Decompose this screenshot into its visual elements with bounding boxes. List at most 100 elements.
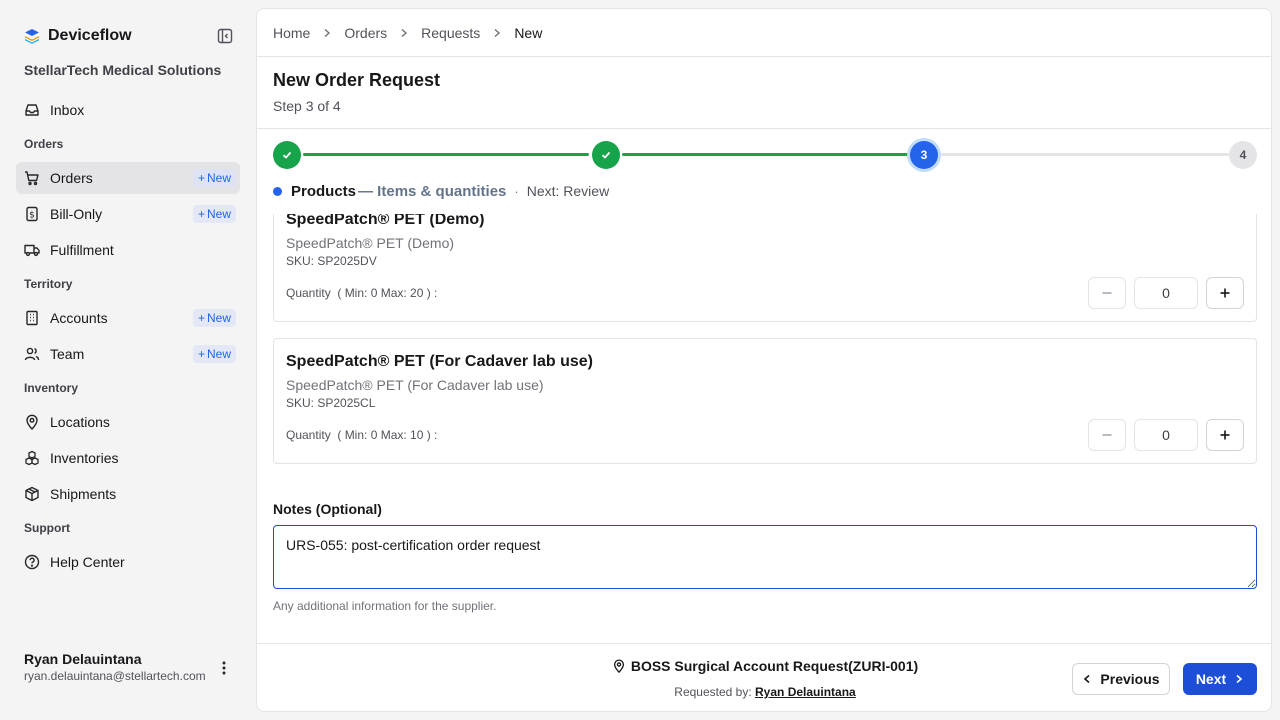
account-summary: BOSS Surgical Account Request(ZURI-001) xyxy=(517,658,1013,674)
quantity-input[interactable]: 0 xyxy=(1134,277,1198,309)
previous-button-label: Previous xyxy=(1100,671,1160,687)
minus-icon xyxy=(1102,434,1112,436)
package-icon xyxy=(24,486,40,502)
increment-quantity-button[interactable] xyxy=(1206,419,1244,451)
decrement-quantity-button[interactable] xyxy=(1088,277,1126,309)
chevron-right-icon xyxy=(490,26,504,40)
quantity-label: Quantity ( Min: 0 Max: 10 ) : xyxy=(286,428,438,442)
sidebar-item-team[interactable]: Team + New xyxy=(16,338,240,370)
current-step-description: — Items & quantities xyxy=(358,182,507,200)
check-icon xyxy=(282,151,292,159)
decrement-quantity-button[interactable] xyxy=(1088,419,1126,451)
progress-stepper: 3 4 xyxy=(273,140,1257,170)
inbox-icon xyxy=(24,102,40,118)
notes-textarea[interactable]: URS-055: post-certification order reques… xyxy=(273,525,1257,589)
step-indicator-text: Step 3 of 4 xyxy=(273,98,341,114)
sidebar-item-accounts[interactable]: Accounts + New xyxy=(16,302,240,334)
sidebar-item-bill-only[interactable]: $ Bill-Only + New xyxy=(16,198,240,230)
brand[interactable]: Deviceflow xyxy=(24,24,132,48)
section-inventory: Inventory xyxy=(24,381,79,395)
stepper-connector-2 xyxy=(622,153,908,156)
boxes-icon xyxy=(24,450,40,466)
new-bill-only-button[interactable]: + New xyxy=(192,205,236,223)
organization-name[interactable]: StellarTech Medical Solutions xyxy=(24,62,221,78)
new-account-button[interactable]: + New xyxy=(192,309,236,327)
current-step-status: Products — Items & quantities · Next: Re… xyxy=(273,181,609,201)
quantity-input[interactable]: 0 xyxy=(1134,419,1198,451)
sidebar-item-label: Locations xyxy=(50,414,110,430)
svg-text:$: $ xyxy=(29,211,35,221)
sidebar: Deviceflow StellarTech Medical Solutions… xyxy=(0,0,256,720)
new-badge-label: New xyxy=(206,207,231,221)
stepper-step-4: 4 xyxy=(1229,141,1257,169)
quantity-label: Quantity ( Min: 0 Max: 20 ) : xyxy=(286,286,438,300)
users-icon xyxy=(24,346,40,362)
sidebar-item-inbox[interactable]: Inbox xyxy=(16,94,240,126)
stepper-step-3[interactable]: 3 xyxy=(910,141,938,169)
receipt-icon: $ xyxy=(24,206,40,222)
product-title: SpeedPatch® PET (For Cadaver lab use) xyxy=(286,353,593,370)
more-vertical-icon[interactable] xyxy=(216,659,232,677)
product-card: SpeedPatch® PET (Demo) SpeedPatch® PET (… xyxy=(273,214,1257,322)
chevron-right-icon xyxy=(397,26,411,40)
stepper-step-2[interactable] xyxy=(592,141,620,169)
sidebar-item-help-center[interactable]: Help Center xyxy=(16,546,240,578)
stepper-step-1[interactable] xyxy=(273,141,301,169)
user-name: Ryan Delauintana xyxy=(24,651,142,667)
sidebar-item-label: Orders xyxy=(50,170,93,186)
stepper-connector-1 xyxy=(303,153,589,156)
account-name: BOSS Surgical Account Request(ZURI-001) xyxy=(630,658,919,674)
notes-help-text: Any additional information for the suppl… xyxy=(273,599,497,613)
product-card: SpeedPatch® PET (For Cadaver lab use) Sp… xyxy=(273,338,1257,464)
page-title: New Order Request xyxy=(273,70,441,90)
sidebar-item-label: Shipments xyxy=(50,486,117,502)
header-divider xyxy=(257,56,1271,57)
main-panel: Home Orders Requests New New Order Reque… xyxy=(256,8,1272,712)
truck-icon xyxy=(24,242,40,258)
plus-icon xyxy=(1220,288,1230,298)
sidebar-item-label: Inbox xyxy=(50,102,85,118)
user-email: ryan.delauintana@stellartech.com xyxy=(24,669,206,683)
breadcrumb-requests[interactable]: Requests xyxy=(421,25,480,41)
collapse-sidebar-icon[interactable] xyxy=(216,27,234,45)
requested-by: Requested by: Ryan Delauintana xyxy=(517,685,1013,699)
sidebar-item-locations[interactable]: Locations xyxy=(16,406,240,438)
user-profile[interactable]: Ryan Delauintana ryan.delauintana@stella… xyxy=(24,651,234,683)
sidebar-item-fulfillment[interactable]: Fulfillment xyxy=(16,234,240,266)
increment-quantity-button[interactable] xyxy=(1206,277,1244,309)
breadcrumb-home[interactable]: Home xyxy=(273,25,310,41)
sidebar-item-label: Team xyxy=(50,346,85,362)
new-badge-label: New xyxy=(206,171,231,185)
product-sku: SKU: SP2025DV xyxy=(286,254,377,268)
status-separator: · xyxy=(514,183,519,199)
next-button[interactable]: Next xyxy=(1183,663,1257,695)
sidebar-item-label: Accounts xyxy=(50,310,108,326)
requester-link[interactable]: Ryan Delauintana xyxy=(755,685,856,699)
product-title: SpeedPatch® PET (Demo) xyxy=(286,214,485,228)
location-pin-icon xyxy=(613,659,624,673)
sidebar-nav: Inbox Orders Orders + New $ Bill-Only + Ne… xyxy=(16,94,240,582)
sidebar-item-label: Fulfillment xyxy=(50,242,114,258)
product-subtitle: SpeedPatch® PET (For Cadaver lab use) xyxy=(286,377,544,393)
previous-button[interactable]: Previous xyxy=(1072,663,1170,695)
breadcrumb-current: New xyxy=(514,25,543,41)
notes-label: Notes (Optional) xyxy=(273,501,382,517)
status-dot xyxy=(273,186,282,196)
current-step-name: Products xyxy=(291,182,357,200)
plus-icon: + xyxy=(197,311,205,325)
plus-icon xyxy=(1220,430,1230,440)
sidebar-item-label: Inventories xyxy=(50,450,119,466)
sidebar-item-inventories[interactable]: Inventories xyxy=(16,442,240,474)
chevron-left-icon xyxy=(1084,674,1090,684)
new-order-button[interactable]: + New xyxy=(192,169,236,187)
sidebar-item-orders[interactable]: Orders + New xyxy=(16,162,240,194)
breadcrumb-orders[interactable]: Orders xyxy=(344,25,387,41)
deviceflow-logo-icon xyxy=(24,28,40,44)
map-pin-icon xyxy=(24,414,40,430)
shopping-cart-icon xyxy=(24,170,40,186)
sidebar-item-shipments[interactable]: Shipments xyxy=(16,478,240,510)
new-team-member-button[interactable]: + New xyxy=(192,345,236,363)
requested-by-label: Requested by: xyxy=(674,685,752,699)
plus-icon: + xyxy=(197,347,205,361)
section-territory: Territory xyxy=(24,277,73,291)
